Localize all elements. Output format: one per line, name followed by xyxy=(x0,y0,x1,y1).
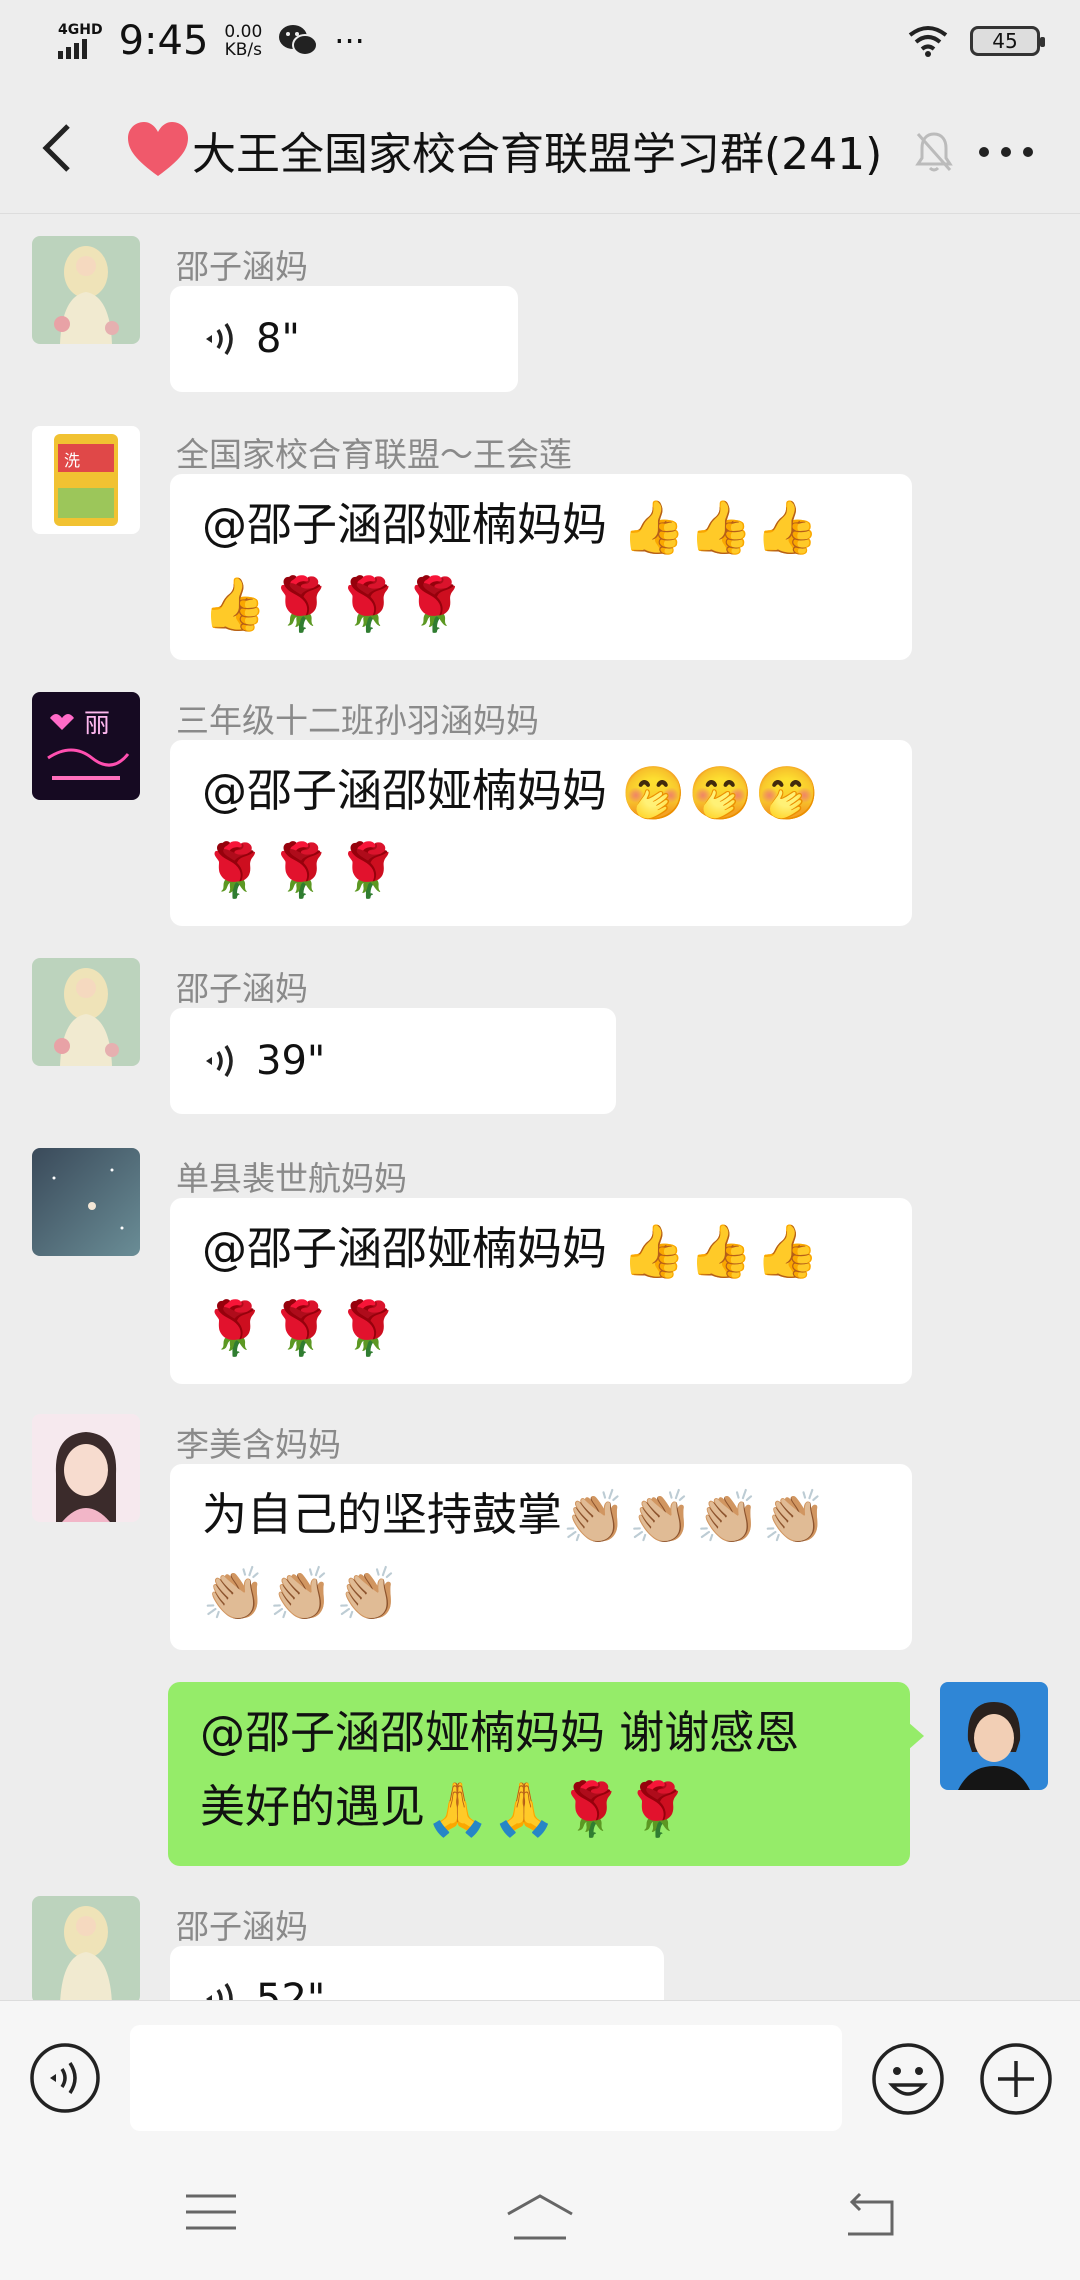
avatar[interactable] xyxy=(32,1896,140,2000)
sender-name: 三年级十二班孙羽涵妈妈 xyxy=(176,701,539,740)
input-bar xyxy=(0,2000,1080,2148)
voice-message-bubble[interactable]: 52" xyxy=(170,1946,664,2000)
message-emoji: 👍👍👍 xyxy=(621,498,822,558)
text-message-bubble[interactable]: @邵子涵邵娅楠妈妈 👍👍👍 👍🌹🌹🌹 xyxy=(170,474,912,660)
sender-name: 全国家校合育联盟～王会莲 xyxy=(176,435,572,474)
signal-icon: 4GHD xyxy=(58,23,103,59)
text-message-bubble[interactable]: @邵子涵邵娅楠妈妈 🤭🤭🤭 🌹🌹🌹 xyxy=(170,740,912,926)
group-name: 大王全国家校合育联盟学习群(241) xyxy=(192,129,883,180)
message-text: @邵子涵邵娅楠妈妈 xyxy=(202,1222,622,1275)
message-emoji: 👏🏼👏🏼👏🏼 xyxy=(202,1565,403,1625)
page-title: 大王全国家校合育联盟学习群(241) xyxy=(126,120,882,180)
message-emoji: 🤭🤭🤭 xyxy=(621,764,822,824)
message-emoji: 👏🏼👏🏼👏🏼👏🏼 xyxy=(562,1488,829,1548)
menu-icon[interactable] xyxy=(184,2192,238,2232)
avatar[interactable]: 丽 xyxy=(32,692,140,800)
sender-name: 邵子涵妈 xyxy=(176,247,308,286)
plus-icon[interactable] xyxy=(978,2041,1054,2117)
chevron-left-icon[interactable] xyxy=(34,120,78,176)
voice-wave-icon xyxy=(206,1045,233,1077)
avatar[interactable] xyxy=(32,1148,140,1256)
message-text: 美好的遇见 xyxy=(200,1780,426,1833)
message-emoji: 🌹🌹🌹 xyxy=(202,1299,403,1359)
voice-wave-icon xyxy=(206,323,233,355)
voice-duration: 39" xyxy=(256,1038,326,1084)
sender-name: 邵子涵妈 xyxy=(176,969,308,1008)
more-icon[interactable] xyxy=(976,142,1036,162)
voice-message-bubble[interactable]: 39" xyxy=(170,1008,616,1114)
text-message-bubble[interactable]: 为自己的坚持鼓掌👏🏼👏🏼👏🏼👏🏼 👏🏼👏🏼👏🏼 xyxy=(170,1464,912,1650)
network-type: 4GHD xyxy=(58,22,103,38)
avatar[interactable] xyxy=(32,958,140,1066)
back-icon[interactable] xyxy=(840,2192,896,2238)
voice-wave-icon xyxy=(206,1983,233,2000)
status-bar: 4GHD 9:45 0.00 KB/s ··· 45 xyxy=(0,0,1080,82)
status-more-dots: ··· xyxy=(334,22,365,60)
message-text: @邵子涵邵娅楠妈妈 xyxy=(202,764,622,817)
sender-name: 李美含妈妈 xyxy=(176,1425,341,1464)
message-text: 为自己的坚持鼓掌 xyxy=(202,1488,563,1541)
wechat-icon xyxy=(279,25,319,56)
voice-message-bubble[interactable]: 8" xyxy=(170,286,518,392)
sender-name: 邵子涵妈 xyxy=(176,1907,308,1946)
svg-text:洗: 洗 xyxy=(64,451,80,470)
message-text: @邵子涵邵娅楠妈妈 谢谢感恩 xyxy=(200,1706,800,1759)
clock: 9:45 xyxy=(118,18,209,64)
svg-text:丽: 丽 xyxy=(84,709,110,739)
bell-off-icon xyxy=(915,132,953,172)
wifi-icon xyxy=(908,26,948,57)
voice-duration: 52" xyxy=(256,1976,326,2000)
text-message-bubble[interactable]: @邵子涵邵娅楠妈妈 👍👍👍 🌹🌹🌹 xyxy=(170,1198,912,1384)
voice-duration: 8" xyxy=(256,316,300,362)
message-input[interactable] xyxy=(130,2025,842,2131)
avatar[interactable]: 洗 xyxy=(32,426,140,534)
message-emoji: 👍🌹🌹🌹 xyxy=(202,575,469,635)
speed-value: 0.00 xyxy=(224,22,263,42)
sender-name: 单县裴世航妈妈 xyxy=(176,1159,407,1198)
message-text: @邵子涵邵娅楠妈妈 xyxy=(202,498,622,551)
text-message-bubble-self[interactable]: @邵子涵邵娅楠妈妈 谢谢感恩 美好的遇见🙏🙏🌹🌹 xyxy=(168,1682,924,1866)
home-icon[interactable] xyxy=(504,2192,576,2240)
message-list[interactable]: 邵子涵妈 8" 洗 全国家校合育联盟～王会莲 @邵子涵邵娅楠妈妈 👍👍👍 👍🌹🌹… xyxy=(0,214,1080,2000)
network-speed: 0.00 KB/s xyxy=(224,23,262,59)
message-emoji: 🙏🙏🌹🌹 xyxy=(425,1780,692,1840)
voice-mode-icon[interactable] xyxy=(28,2041,102,2115)
message-emoji: 🌹🌹🌹 xyxy=(202,841,403,901)
system-nav-bar xyxy=(0,2148,1080,2280)
chat-header: 大王全国家校合育联盟学习群(241) xyxy=(0,82,1080,214)
heart-icon xyxy=(128,122,188,176)
avatar-self[interactable] xyxy=(940,1682,1048,1790)
speed-unit: KB/s xyxy=(224,40,263,60)
avatar[interactable] xyxy=(32,1414,140,1522)
battery-indicator: 45 xyxy=(970,26,1045,56)
avatar[interactable] xyxy=(32,236,140,344)
emoji-icon[interactable] xyxy=(870,2041,946,2117)
message-emoji: 👍👍👍 xyxy=(621,1222,822,1282)
